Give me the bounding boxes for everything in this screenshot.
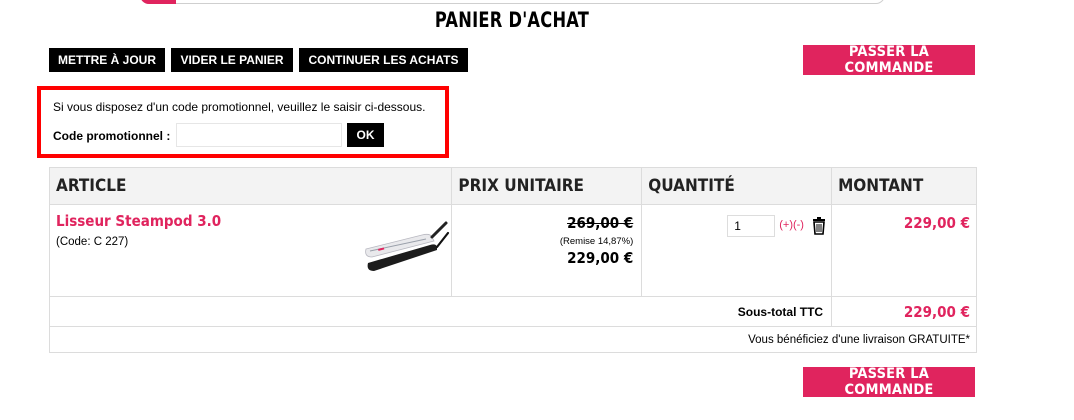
shipping-note: Vous bénéficiez d'une livraison GRATUITE… — [49, 326, 977, 353]
subtotal-row: Sous-total TTC 229,00 € — [48, 296, 977, 327]
empty-cart-button[interactable]: VIDER LE PANIER — [171, 48, 293, 72]
promo-ok-button[interactable]: OK — [347, 123, 384, 147]
search-bar-fragment[interactable] — [140, 0, 885, 4]
line-total: 229,00 € — [903, 214, 970, 232]
cart-header-row: ARTICLE PRIX UNITAIRE QUANTITÉ MONTANT — [48, 167, 977, 205]
product-code: (Code: C 227) — [56, 236, 129, 248]
quantity-input[interactable] — [727, 215, 776, 237]
page-title: PANIER D'ACHAT — [434, 8, 590, 32]
checkout-button-bottom[interactable]: PASSER LA COMMANDE — [803, 366, 975, 398]
promo-code-input[interactable] — [176, 123, 342, 147]
product-image[interactable] — [360, 215, 450, 275]
quantity-stepper[interactable]: (+)(-) — [779, 219, 804, 231]
shipping-row: Vous bénéficiez d'une livraison GRATUITE… — [49, 326, 977, 353]
continue-shopping-button[interactable]: CONTINUER LES ACHATS — [299, 48, 468, 72]
promo-code-section: Si vous disposez d'un code promotionnel,… — [37, 86, 449, 158]
checkout-button-top[interactable]: PASSER LA COMMANDE — [803, 44, 975, 76]
update-cart-button[interactable]: METTRE À JOUR — [49, 48, 165, 72]
product-name-link[interactable]: Lisseur Steampod 3.0 — [56, 212, 221, 230]
amount-cell: 229,00 € — [831, 204, 977, 297]
unit-price-cell: 269,00 € (Remise 14,87%) 229,00 € — [451, 204, 643, 297]
discount-rate: (Remise 14,87%) — [559, 236, 634, 247]
article-cell: Lisseur Steampod 3.0 (Code: C 227) — [48, 204, 453, 297]
promo-code-label: Code promotionnel : — [53, 129, 171, 143]
header-quantity: QUANTITÉ — [641, 167, 833, 205]
cart-table: ARTICLE PRIX UNITAIRE QUANTITÉ MONTANT L… — [48, 167, 977, 353]
search-bar-accent — [140, 0, 176, 4]
promo-intro: Si vous disposez d'un code promotionnel,… — [53, 100, 426, 114]
discounted-price: 229,00 € — [567, 249, 634, 267]
trash-icon[interactable] — [812, 217, 826, 235]
original-price: 269,00 € — [567, 214, 634, 232]
subtotal-label: Sous-total TTC — [48, 296, 833, 327]
header-amount: MONTANT — [831, 167, 977, 205]
table-row: Lisseur Steampod 3.0 (Code: C 227) 269,0… — [48, 204, 977, 297]
subtotal-value: 229,00 € — [831, 296, 977, 327]
header-unit-price: PRIX UNITAIRE — [451, 167, 643, 205]
header-article: ARTICLE — [48, 167, 453, 205]
quantity-cell: (+)(-) — [641, 204, 833, 297]
